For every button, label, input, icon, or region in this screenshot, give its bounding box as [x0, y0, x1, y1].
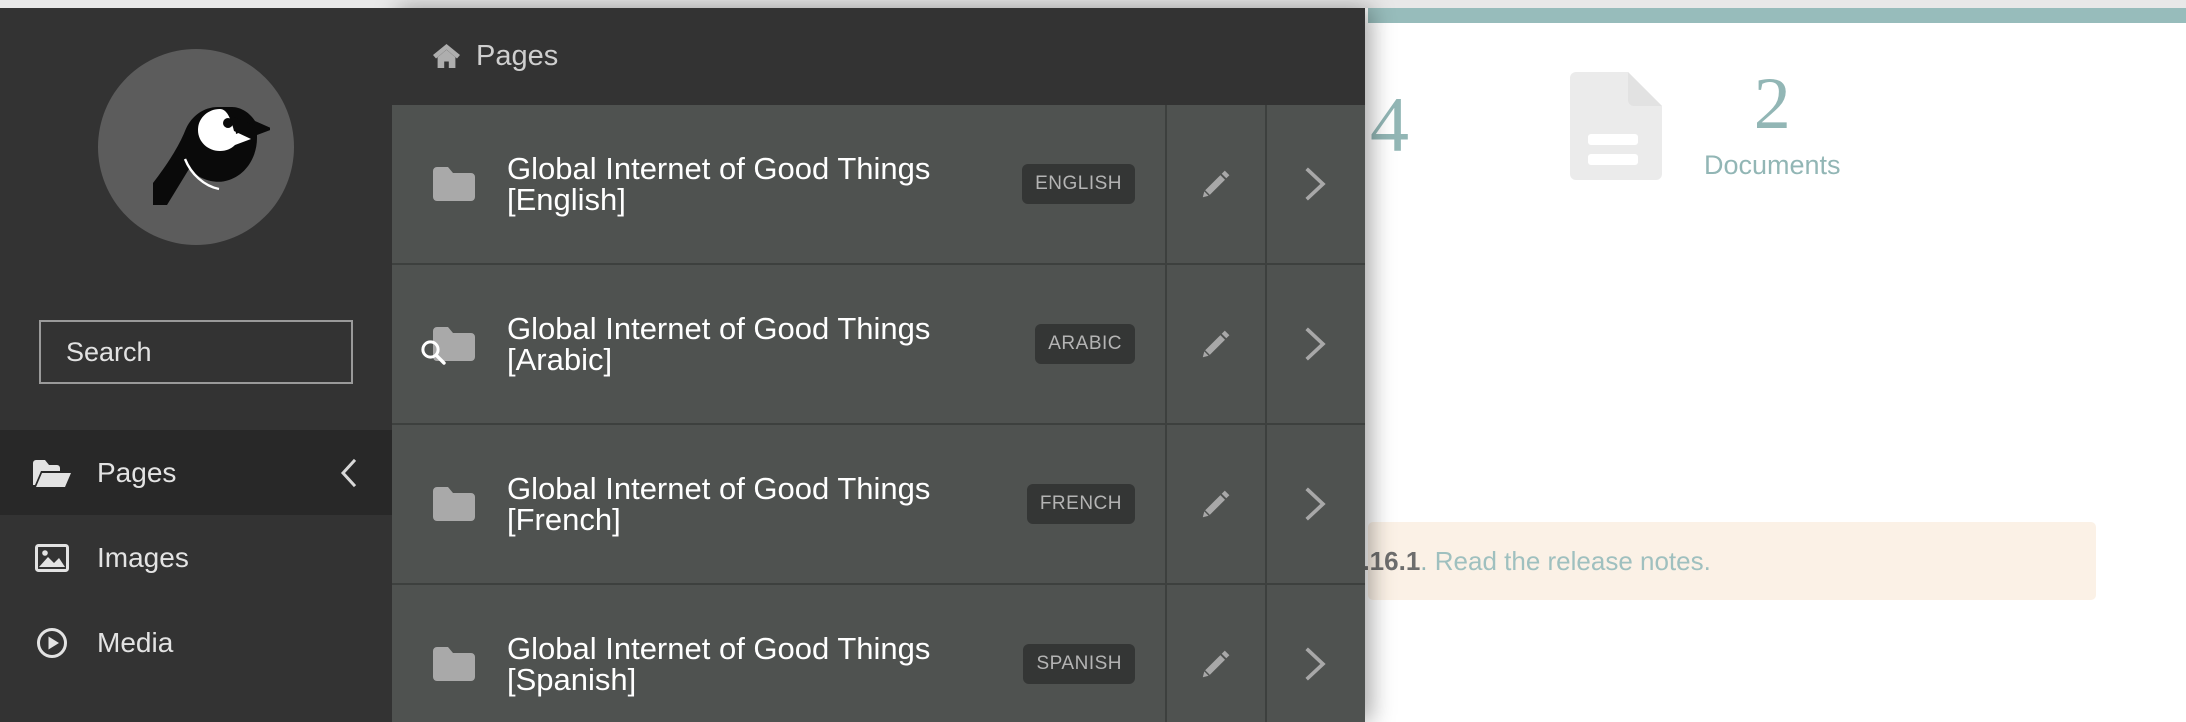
folder-open-icon	[33, 457, 71, 489]
pages-panel-header: Pages	[392, 8, 1365, 105]
accent-bar	[1368, 8, 2186, 23]
stat-card-documents[interactable]: 2 Documents	[1570, 63, 1841, 181]
sidebar-nav: Pages Images Media	[0, 430, 392, 685]
page-row-main-cell[interactable]: Global Internet of Good Things [Arabic] …	[392, 265, 1165, 423]
language-badge: ENGLISH	[1022, 164, 1135, 204]
edit-button[interactable]	[1165, 425, 1265, 583]
folder-icon	[433, 167, 475, 201]
pages-list: Global Internet of Good Things [English]…	[392, 105, 1365, 722]
top-strip	[0, 0, 2186, 8]
folder-icon	[433, 647, 475, 681]
pencil-icon	[1200, 648, 1232, 680]
page-title: Global Internet of Good Things [English]	[507, 151, 931, 217]
chevron-right-icon	[1301, 327, 1331, 361]
search-box[interactable]	[39, 320, 446, 384]
document-icon	[1570, 71, 1662, 180]
open-button[interactable]	[1265, 585, 1365, 722]
sidebar-item-pages[interactable]: Pages	[0, 430, 392, 515]
search-icon[interactable]	[420, 339, 446, 365]
play-circle-icon	[33, 627, 71, 659]
page-title: Global Internet of Good Things [Spanish]	[507, 631, 931, 697]
table-row[interactable]: Global Internet of Good Things [Spanish]…	[392, 585, 1365, 722]
image-icon	[33, 542, 71, 574]
app-root: 4 2 Documents 2.16.1. Read the release n…	[0, 0, 2186, 722]
open-button[interactable]	[1265, 425, 1365, 583]
release-notes-link[interactable]: Read the release notes.	[1435, 546, 1711, 576]
logo-circle	[98, 49, 294, 245]
pages-panel-title: Pages	[476, 40, 559, 72]
bird-logo	[122, 73, 273, 221]
open-button[interactable]	[1265, 105, 1365, 263]
pencil-icon	[1200, 488, 1232, 520]
sidebar-item-label: Pages	[97, 456, 177, 488]
sidebar-item-images[interactable]: Images	[0, 515, 392, 600]
table-row[interactable]: Global Internet of Good Things [Arabic] …	[392, 265, 1365, 425]
language-badge: SPANISH	[1023, 644, 1135, 684]
chevron-left-icon[interactable]	[339, 458, 359, 488]
page-row-main-cell[interactable]: Global Internet of Good Things [English]…	[392, 105, 1165, 263]
edit-button[interactable]	[1165, 585, 1265, 722]
table-row[interactable]: Global Internet of Good Things [English]…	[392, 105, 1365, 265]
language-badge: FRENCH	[1026, 484, 1135, 524]
partial-stat-value: 4	[1370, 81, 1409, 168]
release-separator: .	[1420, 545, 1428, 576]
page-row-main-cell[interactable]: Global Internet of Good Things [French] …	[392, 425, 1165, 583]
pages-panel: Pages Global Internet of Good Things [En…	[392, 8, 1365, 722]
folder-icon	[433, 487, 475, 521]
sidebar-item-media[interactable]: Media	[0, 600, 392, 685]
sidebar: Pages Images	[0, 8, 446, 722]
home-icon[interactable]	[433, 44, 460, 69]
stat-label: Documents	[1704, 150, 1841, 181]
search-input[interactable]	[66, 336, 420, 368]
stat-text-group: 2 Documents	[1704, 63, 1841, 181]
stat-value: 2	[1753, 63, 1791, 145]
release-notes-text: 2.16.1. Read the release notes.	[1348, 546, 1711, 577]
sidebar-item-label: Images	[97, 541, 189, 573]
edit-button[interactable]	[1165, 265, 1265, 423]
chevron-right-icon	[1301, 167, 1331, 201]
table-row[interactable]: Global Internet of Good Things [French] …	[392, 425, 1365, 585]
logo-container[interactable]	[0, 8, 392, 320]
page-title: Global Internet of Good Things [French]	[507, 471, 931, 537]
chevron-right-icon	[1301, 647, 1331, 681]
page-title: Global Internet of Good Things [Arabic]	[507, 311, 931, 377]
chevron-right-icon	[1301, 487, 1331, 521]
pencil-icon	[1200, 168, 1232, 200]
language-badge: ARABIC	[1035, 324, 1135, 364]
pencil-icon	[1200, 328, 1232, 360]
page-row-main-cell[interactable]: Global Internet of Good Things [Spanish]…	[392, 585, 1165, 722]
sidebar-item-label: Media	[97, 626, 174, 658]
open-button[interactable]	[1265, 265, 1365, 423]
edit-button[interactable]	[1165, 105, 1265, 263]
release-notes-banner: 2.16.1. Read the release notes.	[1348, 522, 2096, 600]
